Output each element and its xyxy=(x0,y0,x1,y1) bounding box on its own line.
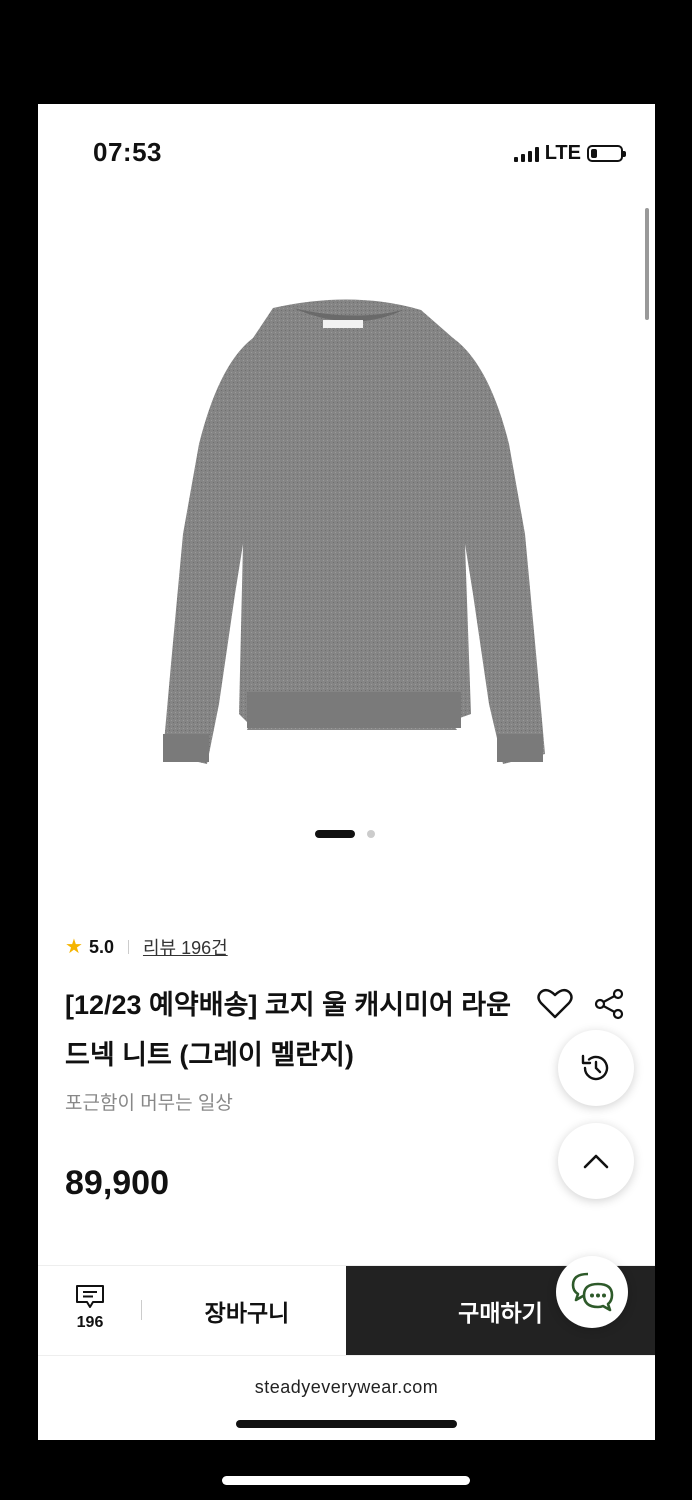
product-title: [12/23 예약배송] 코지 울 캐시미어 라운드넥 니트 (그레이 멜란지) xyxy=(65,990,511,1070)
divider xyxy=(127,940,129,954)
network-type: LTE xyxy=(544,142,581,164)
signal-icon xyxy=(513,146,539,162)
url-text: steadyeverywear.com xyxy=(254,1377,439,1397)
heart-icon[interactable] xyxy=(533,982,577,1026)
carousel-indicator[interactable] xyxy=(315,830,375,838)
chat-button[interactable] xyxy=(556,1256,628,1328)
chat-icon xyxy=(571,1272,614,1312)
outer-home-indicator[interactable] xyxy=(222,1476,470,1485)
status-indicators: LTE xyxy=(513,142,626,165)
product-price: 89,900 xyxy=(65,1164,169,1202)
divider xyxy=(141,1300,142,1320)
home-indicator[interactable] xyxy=(236,1420,457,1428)
chevron-up-icon xyxy=(583,1154,609,1169)
review-link[interactable]: 리뷰 196건 xyxy=(143,934,228,960)
status-time: 07:53 xyxy=(93,137,162,167)
rating-row: ★ 5.0 리뷰 196건 xyxy=(65,934,228,960)
product-subtitle: 포근함이 머무는 일상 xyxy=(65,1093,233,1114)
history-icon xyxy=(581,1054,609,1081)
page-scrollbar[interactable] xyxy=(645,208,649,320)
add-to-cart-button[interactable]: 장바구니 xyxy=(148,1266,346,1356)
scroll-top-button[interactable] xyxy=(558,1123,634,1199)
product-image[interactable] xyxy=(153,294,553,774)
review-count-button[interactable]: 196 xyxy=(68,1284,112,1332)
review-count: 196 xyxy=(76,1314,104,1331)
battery-icon xyxy=(587,145,626,162)
carousel-dot[interactable] xyxy=(367,830,375,838)
comment-icon xyxy=(76,1285,104,1308)
rating-value: 5.0 xyxy=(88,936,114,957)
star-icon: ★ xyxy=(65,936,83,958)
share-icon[interactable] xyxy=(589,984,629,1024)
carousel-dot[interactable] xyxy=(315,830,355,838)
phone-screen: 07:53 LTE ★ 5.0 리뷰 196건 [12/23 예약배송] 코지 … xyxy=(38,104,655,1440)
recently-viewed-button[interactable] xyxy=(558,1030,634,1106)
browser-address-bar[interactable]: steadyeverywear.com xyxy=(38,1355,655,1440)
